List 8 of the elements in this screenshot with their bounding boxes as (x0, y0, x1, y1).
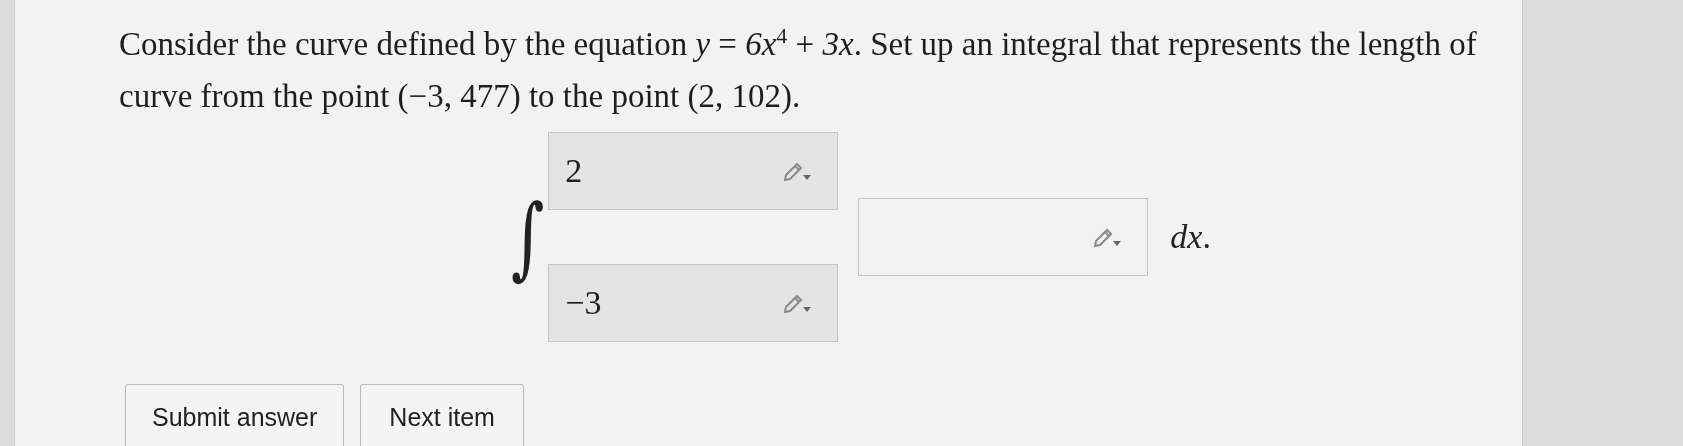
input-field[interactable]: 2 (548, 132, 839, 210)
submit-button[interactable]: Submit answer (125, 384, 345, 446)
question-text: Consider the curve defined by the equation y = 6x$^{4}$ + 3x. Set up an integral that represents the length of curve from the point (−3, 477) to the point (2, 102). (119, 22, 1478, 116)
input-field[interactable]: −3 (548, 264, 839, 342)
integral-sign: ∫ (511, 185, 545, 289)
next-button[interactable]: Next item (360, 384, 524, 446)
input-field[interactable] (858, 198, 1149, 276)
differential-text: dx. (1170, 218, 1211, 256)
